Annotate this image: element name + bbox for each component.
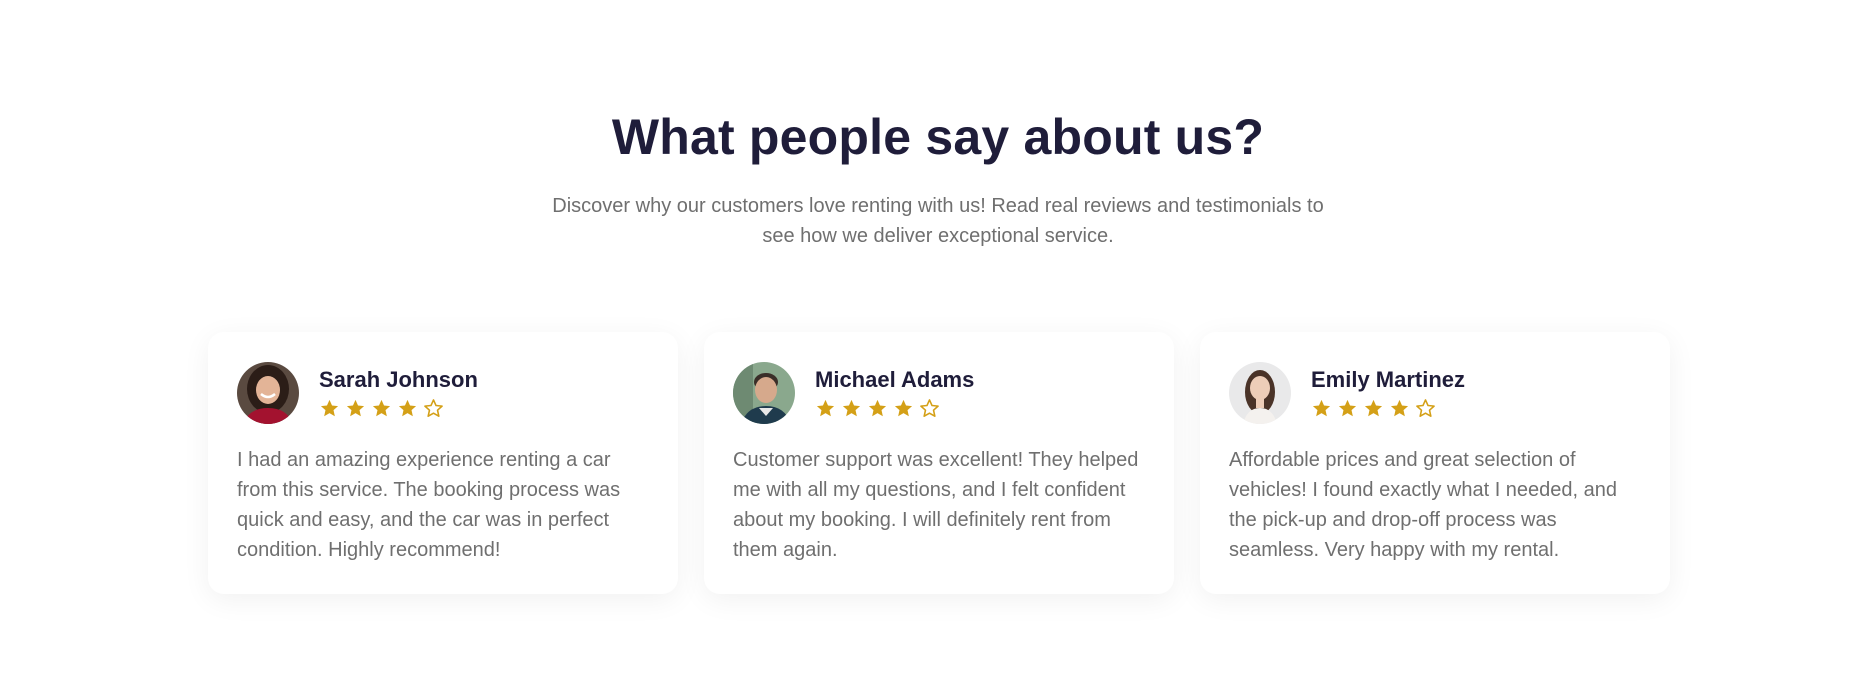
testimonial-card: Michael Adams Customer support was excel… [704,332,1174,594]
star-filled-icon [372,399,391,417]
star-outline-icon [424,399,443,417]
review-text: Affordable prices and great selection of… [1229,449,1618,561]
star-outline-icon [1416,399,1435,417]
section-title: What people say about us? [611,109,1265,165]
testimonial-card: Emily Martinez Affordable prices and gre… [1200,332,1670,594]
star-filled-icon [868,399,887,417]
star-filled-icon [816,399,835,417]
testimonial-card: Sarah Johnson I had an amazing experienc… [208,332,678,594]
star-filled-icon [398,399,417,417]
star-outline-icon [920,399,939,417]
avatar [237,362,299,424]
reviewer-name: Sarah Johnson [319,367,478,392]
star-filled-icon [1364,399,1383,417]
star-rating [815,398,940,420]
star-filled-icon [1338,399,1357,417]
section-subtitle: Discover why our customers love renting … [552,195,1324,247]
star-filled-icon [842,399,861,417]
star-filled-icon [1312,399,1331,417]
review-text: Customer support was excellent! They hel… [733,449,1139,561]
star-filled-icon [346,399,365,417]
reviewer-name: Michael Adams [815,367,975,392]
star-filled-icon [320,399,339,417]
star-rating [1311,398,1436,420]
avatar [733,362,795,424]
reviewer-name: Emily Martinez [1311,367,1466,392]
star-rating [319,398,444,420]
testimonials-section: What people say about us? Discover why o… [0,0,1876,687]
star-filled-icon [1390,399,1409,417]
review-text: I had an amazing experience renting a ca… [237,449,621,561]
star-filled-icon [894,399,913,417]
avatar [1229,362,1291,424]
